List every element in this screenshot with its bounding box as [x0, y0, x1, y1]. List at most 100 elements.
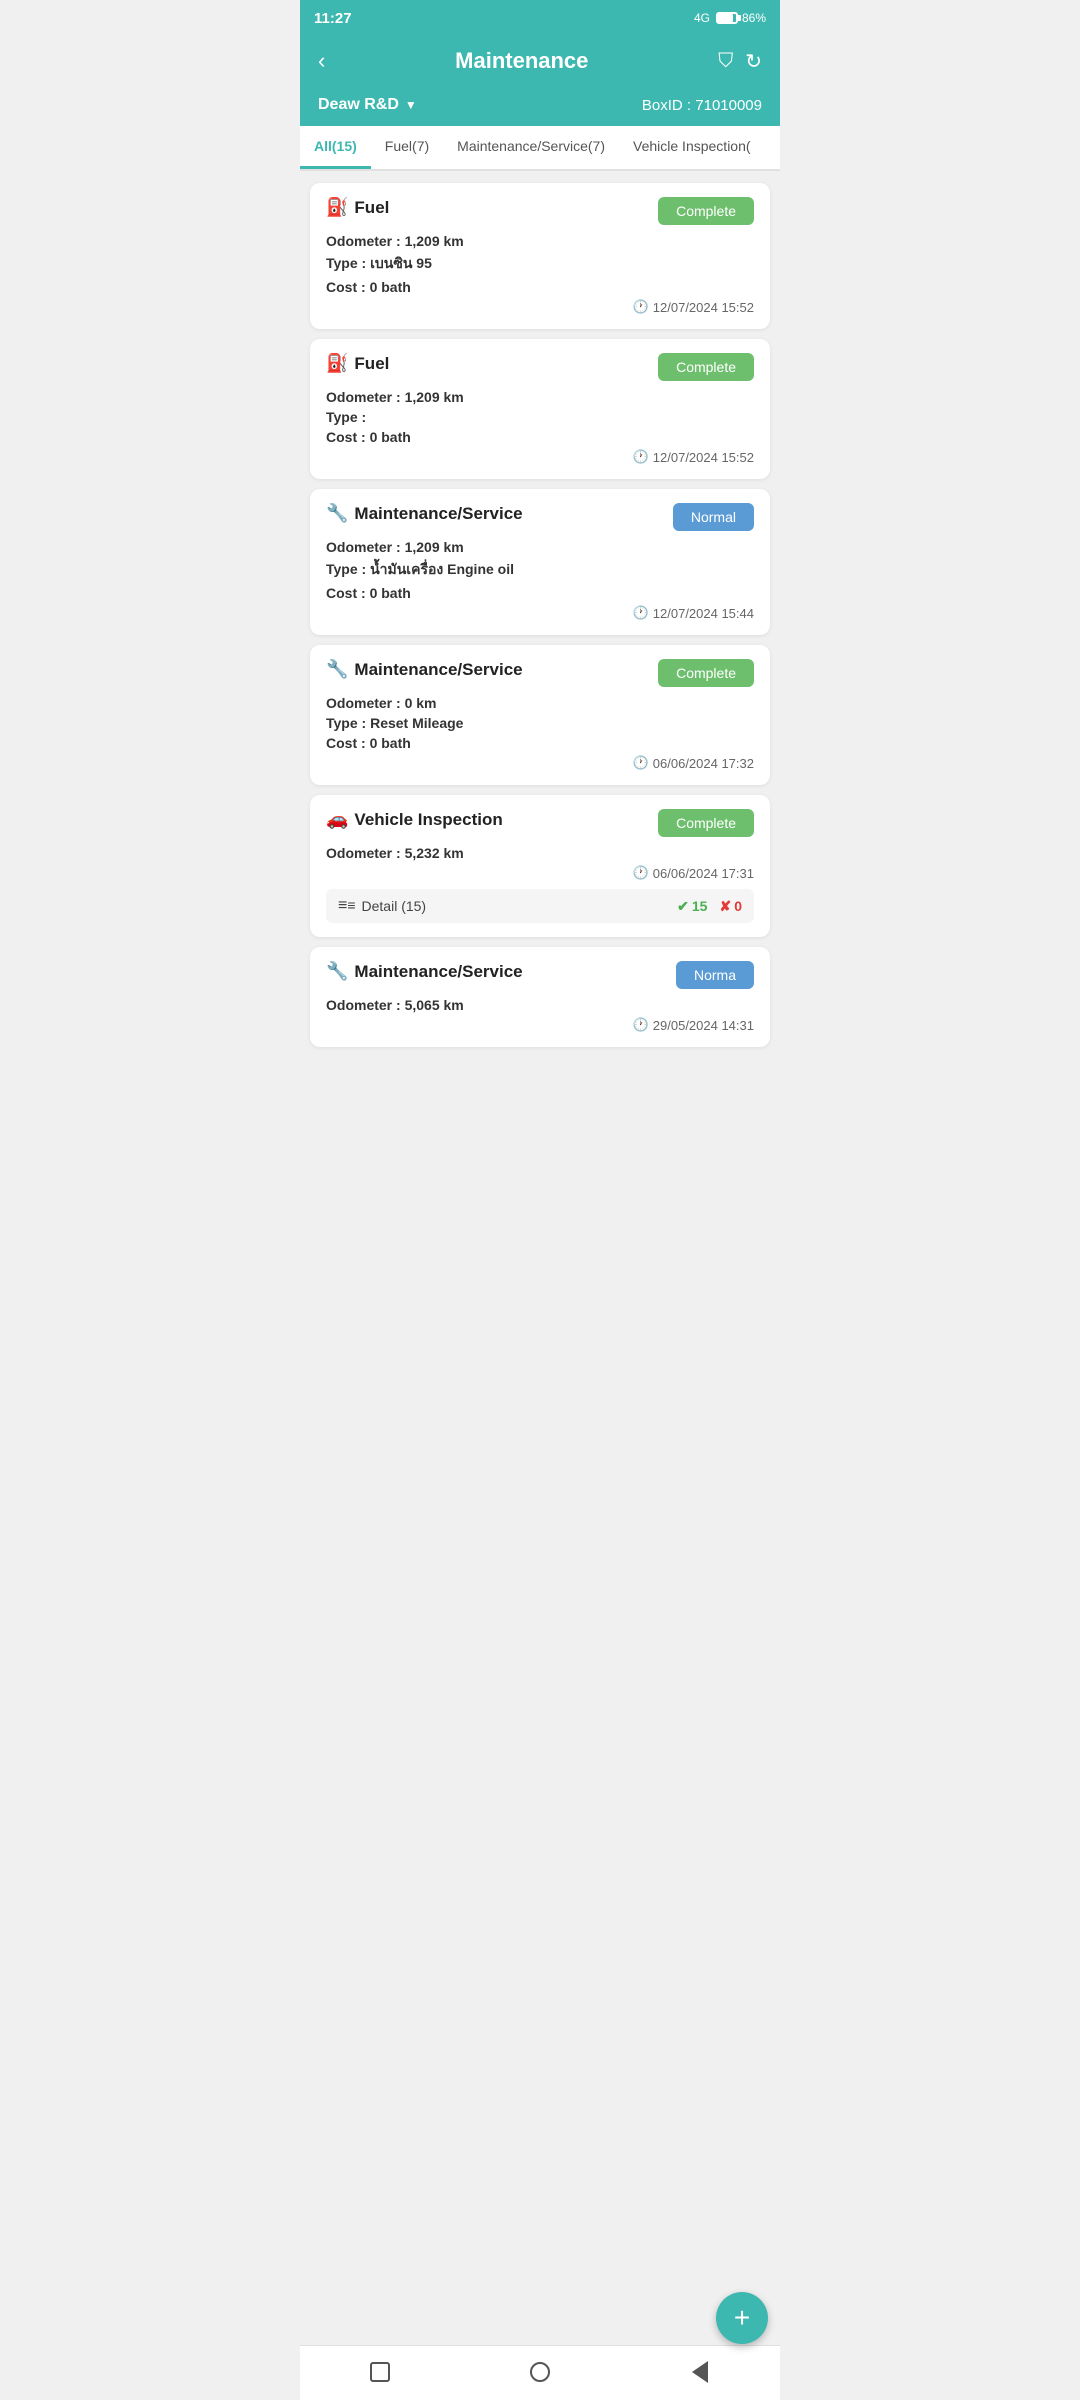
- card-2-cost: Cost : 0 bath: [326, 429, 754, 445]
- card-2: Fuel Complete Odometer : 1,209 km Type :…: [310, 339, 770, 479]
- card-6-title: Maintenance/Service: [326, 961, 523, 982]
- card-1-title: Fuel: [326, 197, 389, 218]
- status-time: 11:27: [314, 10, 352, 27]
- card-3: Maintenance/Service Normal Odometer : 1,…: [310, 489, 770, 635]
- wrench-icon-6: [326, 961, 348, 982]
- tab-vehicle-inspection[interactable]: Vehicle Inspection(: [619, 126, 765, 169]
- detail-label-text: Detail (15): [362, 898, 427, 914]
- nav-back-button[interactable]: [522, 2354, 558, 2390]
- card-6-badge[interactable]: Norma: [676, 961, 754, 989]
- card-1-datetime: 🕐 12/07/2024 15:52: [326, 299, 754, 315]
- home-icon: [370, 2362, 390, 2382]
- clock-icon-1: 🕐: [633, 299, 649, 315]
- card-1-type: Type : เบนซิน 95: [326, 253, 754, 275]
- company-name: Deaw R&D: [318, 96, 399, 114]
- circle-icon: [530, 2362, 550, 2382]
- header-actions: ⛉ ↻: [718, 49, 762, 74]
- card-1-badge[interactable]: Complete: [658, 197, 754, 225]
- back-button[interactable]: ‹: [318, 48, 325, 74]
- wrench-icon-4: [326, 659, 348, 680]
- tab-maintenance[interactable]: Maintenance/Service(7): [443, 126, 619, 169]
- card-1-title-text: Fuel: [354, 198, 389, 218]
- car-icon-5: [326, 809, 348, 830]
- wrench-icon-3: [326, 503, 348, 524]
- card-5-odometer: Odometer : 5,232 km: [326, 845, 754, 861]
- card-4-type: Type : Reset Mileage: [326, 715, 754, 731]
- card-3-title: Maintenance/Service: [326, 503, 523, 524]
- nav-recent-button[interactable]: [682, 2354, 718, 2390]
- card-5-header: Vehicle Inspection Complete: [326, 809, 754, 837]
- card-3-datetime: 🕐 12/07/2024 15:44: [326, 605, 754, 621]
- dropdown-arrow-icon: ▼: [405, 98, 417, 112]
- refresh-icon[interactable]: ↻: [745, 49, 762, 74]
- tabs-bar: All(15) Fuel(7) Maintenance/Service(7) V…: [300, 126, 780, 171]
- detail-label: ≡ Detail (15): [338, 897, 426, 915]
- filter-icon[interactable]: ⛉: [718, 50, 733, 73]
- card-3-type: Type : น้ำมันเครื่อง Engine oil: [326, 559, 754, 581]
- clock-icon-5: 🕐: [633, 865, 649, 881]
- clock-icon-3: 🕐: [633, 605, 649, 621]
- card-2-odometer: Odometer : 1,209 km: [326, 389, 754, 405]
- battery-icon: [716, 12, 738, 24]
- card-6-datetime: 🕐 29/05/2024 14:31: [326, 1017, 754, 1033]
- card-3-title-text: Maintenance/Service: [354, 504, 522, 524]
- battery-label: 86%: [742, 11, 766, 25]
- signal-label: 4G: [694, 11, 710, 25]
- clock-icon-2: 🕐: [633, 449, 649, 465]
- fuel-icon-2: [326, 353, 348, 374]
- card-4-badge[interactable]: Complete: [658, 659, 754, 687]
- card-5-datetime: 🕐 06/06/2024 17:31: [326, 865, 754, 881]
- page-title: Maintenance: [455, 48, 588, 74]
- card-4-title-text: Maintenance/Service: [354, 660, 522, 680]
- card-5-title: Vehicle Inspection: [326, 809, 503, 830]
- cards-list: Fuel Complete Odometer : 1,209 km Type :…: [300, 171, 780, 1059]
- card-5: Vehicle Inspection Complete Odometer : 5…: [310, 795, 770, 937]
- card-4-cost: Cost : 0 bath: [326, 735, 754, 751]
- card-6-odometer: Odometer : 5,065 km: [326, 997, 754, 1013]
- add-fab-button[interactable]: +: [716, 2292, 768, 2344]
- card-4-title: Maintenance/Service: [326, 659, 523, 680]
- header: ‹ Maintenance ⛉ ↻: [300, 36, 780, 86]
- nav-home-button[interactable]: [362, 2354, 398, 2390]
- tab-all[interactable]: All(15): [300, 126, 371, 169]
- card-3-badge[interactable]: Normal: [673, 503, 754, 531]
- tab-fuel[interactable]: Fuel(7): [371, 126, 443, 169]
- card-1-odometer: Odometer : 1,209 km: [326, 233, 754, 249]
- card-5-detail-row[interactable]: ≡ Detail (15) ✔ 15 ✘ 0: [326, 889, 754, 923]
- clock-icon-4: 🕐: [633, 755, 649, 771]
- card-6: Maintenance/Service Norma Odometer : 5,0…: [310, 947, 770, 1047]
- list-icon: ≡: [338, 897, 356, 915]
- company-selector[interactable]: Deaw R&D ▼: [318, 96, 417, 114]
- card-2-type: Type :: [326, 409, 754, 425]
- count-ok: ✔ 15: [677, 898, 707, 915]
- detail-counts: ✔ 15 ✘ 0: [677, 898, 742, 915]
- fab-plus-icon: +: [734, 2302, 750, 2334]
- card-4-odometer: Odometer : 0 km: [326, 695, 754, 711]
- card-1-header: Fuel Complete: [326, 197, 754, 225]
- clock-icon-6: 🕐: [633, 1017, 649, 1033]
- card-1: Fuel Complete Odometer : 1,209 km Type :…: [310, 183, 770, 329]
- card-4: Maintenance/Service Complete Odometer : …: [310, 645, 770, 785]
- card-6-title-text: Maintenance/Service: [354, 962, 522, 982]
- card-5-badge[interactable]: Complete: [658, 809, 754, 837]
- card-4-header: Maintenance/Service Complete: [326, 659, 754, 687]
- count-fail: ✘ 0: [719, 898, 742, 915]
- status-bar: 11:27 4G 86%: [300, 0, 780, 36]
- box-id: BoxID : 71010009: [642, 97, 762, 114]
- card-2-title-text: Fuel: [354, 354, 389, 374]
- card-4-datetime: 🕐 06/06/2024 17:32: [326, 755, 754, 771]
- card-2-datetime: 🕐 12/07/2024 15:52: [326, 449, 754, 465]
- card-2-badge[interactable]: Complete: [658, 353, 754, 381]
- card-3-cost: Cost : 0 bath: [326, 585, 754, 601]
- card-2-title: Fuel: [326, 353, 389, 374]
- fuel-icon-1: [326, 197, 348, 218]
- back-triangle-icon: [692, 2361, 708, 2383]
- card-3-header: Maintenance/Service Normal: [326, 503, 754, 531]
- card-1-cost: Cost : 0 bath: [326, 279, 754, 295]
- nav-bar: [300, 2345, 780, 2400]
- card-5-title-text: Vehicle Inspection: [354, 810, 502, 830]
- card-6-header: Maintenance/Service Norma: [326, 961, 754, 989]
- sub-header: Deaw R&D ▼ BoxID : 71010009: [300, 86, 780, 126]
- card-3-odometer: Odometer : 1,209 km: [326, 539, 754, 555]
- card-2-header: Fuel Complete: [326, 353, 754, 381]
